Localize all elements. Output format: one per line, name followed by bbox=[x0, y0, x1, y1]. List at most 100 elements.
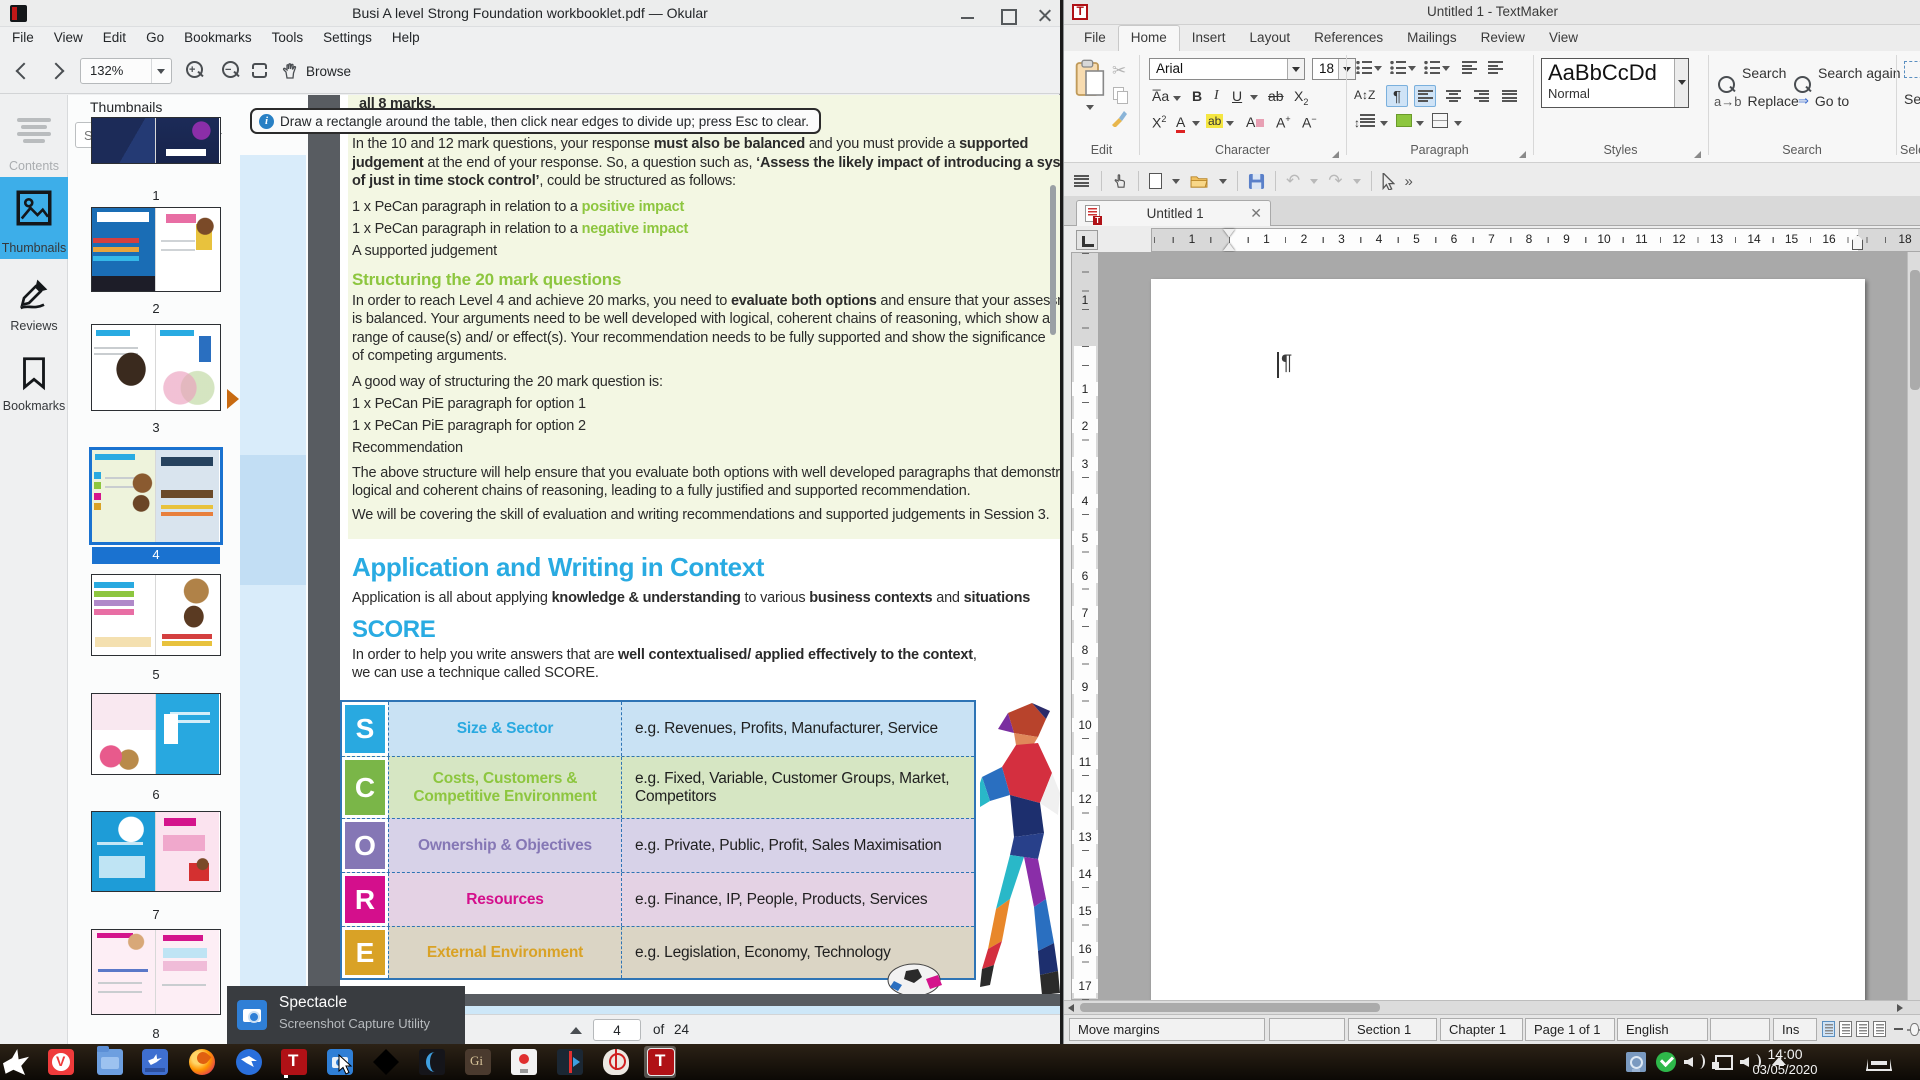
tray-icon-volume[interactable] bbox=[1684, 1052, 1704, 1072]
ribbon-tab-references[interactable]: References bbox=[1302, 26, 1395, 51]
zoom-slider-handle[interactable] bbox=[1910, 1023, 1919, 1036]
select-icon[interactable] bbox=[1904, 61, 1920, 78]
tray-icon-system-settings[interactable] bbox=[1626, 1052, 1646, 1072]
sidebar-item-contents[interactable]: Contents bbox=[0, 103, 68, 177]
touch-mode-icon[interactable] bbox=[1112, 172, 1128, 190]
ribbon-tab-file[interactable]: File bbox=[1072, 26, 1118, 51]
font-color-icon[interactable]: A bbox=[1176, 114, 1185, 133]
horizontal-ruler[interactable]: 11234567891011121314151618 bbox=[1151, 228, 1920, 252]
sidebar-item-thumbnails[interactable]: Thumbnails bbox=[0, 177, 68, 259]
taskbar-icon-kdenlive[interactable] bbox=[557, 1049, 583, 1075]
show-formatting-icon[interactable]: ¶ bbox=[1386, 85, 1408, 107]
ribbon-tab-insert[interactable]: Insert bbox=[1180, 26, 1238, 51]
paragraph-dialog-launcher-icon[interactable] bbox=[1519, 151, 1526, 158]
document-vertical-scrollbar[interactable] bbox=[1907, 252, 1920, 1000]
taskbar-icon-textmaker-pinned[interactable] bbox=[281, 1049, 307, 1075]
taskbar-icon-thunderbird[interactable] bbox=[236, 1049, 262, 1075]
indent-marker-icon[interactable] bbox=[1223, 229, 1235, 251]
toolbar-overflow-icon[interactable]: » bbox=[1405, 173, 1413, 190]
menu-tools[interactable]: Tools bbox=[262, 30, 314, 45]
ribbon-tab-mailings[interactable]: Mailings bbox=[1395, 26, 1469, 51]
view-outline-icon[interactable] bbox=[1873, 1021, 1886, 1037]
open-file-dropdown-icon[interactable] bbox=[1219, 179, 1227, 184]
bullet-list-dropdown-icon[interactable] bbox=[1374, 66, 1382, 71]
redo-icon[interactable]: ↷ bbox=[1328, 171, 1342, 191]
insert-mode-field[interactable]: Ins bbox=[1773, 1018, 1817, 1041]
line-spacing-dropdown-icon[interactable] bbox=[1380, 121, 1388, 126]
menu-view[interactable]: View bbox=[44, 30, 93, 45]
select-button-label[interactable]: Select bbox=[1904, 91, 1920, 107]
font-size-combobox[interactable]: 18 bbox=[1312, 58, 1356, 80]
numbered-list-dropdown-icon[interactable] bbox=[1408, 66, 1416, 71]
thumbnail-page-8[interactable] bbox=[92, 930, 220, 1014]
thumbnail-page-5[interactable] bbox=[92, 575, 220, 655]
goto-button[interactable]: ⇒Go to bbox=[1798, 93, 1849, 109]
highlight-dropdown-icon[interactable] bbox=[1226, 121, 1234, 126]
change-case-icon[interactable]: A̅a bbox=[1152, 88, 1181, 104]
multilevel-list-dropdown-icon[interactable] bbox=[1442, 66, 1450, 71]
show-desktop-icon[interactable] bbox=[1866, 1052, 1892, 1071]
taskbar-icon-vivaldi[interactable] bbox=[48, 1049, 74, 1075]
taskbar-icon-start-bird[interactable] bbox=[3, 1049, 29, 1075]
menu-help[interactable]: Help bbox=[382, 30, 430, 45]
undo-icon[interactable]: ↶ bbox=[1286, 171, 1300, 191]
thumbnail-page-6[interactable] bbox=[92, 694, 220, 774]
ribbon-tab-review[interactable]: Review bbox=[1469, 26, 1537, 51]
superscript-icon[interactable]: X2 bbox=[1152, 114, 1166, 131]
taskbar-icon-firefox[interactable] bbox=[189, 1049, 215, 1075]
thumbnail-page-7[interactable] bbox=[92, 812, 220, 891]
move-margins-field[interactable]: Move margins bbox=[1069, 1018, 1265, 1041]
thumbnail-page-4[interactable] bbox=[92, 450, 220, 542]
bold-icon[interactable]: B bbox=[1192, 88, 1202, 104]
taskbar-icon-inkscape[interactable] bbox=[373, 1049, 399, 1075]
bullet-list-icon[interactable] bbox=[1356, 61, 1372, 74]
align-center-icon[interactable] bbox=[1442, 85, 1464, 107]
back-icon[interactable] bbox=[14, 63, 30, 79]
font-color-dropdown-icon[interactable] bbox=[1192, 121, 1200, 126]
close-icon[interactable] bbox=[1036, 8, 1056, 22]
clear-formatting-icon[interactable]: A bbox=[1246, 114, 1264, 130]
numbered-list-icon[interactable] bbox=[1390, 61, 1406, 74]
paste-icon[interactable] bbox=[1074, 59, 1106, 99]
taskbar-icon-screen-tool[interactable] bbox=[603, 1049, 629, 1075]
highlight-icon[interactable]: ab bbox=[1206, 114, 1223, 128]
browse-tool-button[interactable]: Browse bbox=[282, 60, 362, 82]
sidebar-item-bookmarks[interactable]: Bookmarks bbox=[0, 343, 68, 417]
zoom-out-icon[interactable]: − bbox=[220, 60, 242, 82]
page-up-icon[interactable] bbox=[570, 1027, 582, 1034]
document-tab[interactable]: Untitled 1 ✕ bbox=[1076, 200, 1271, 226]
object-mode-icon[interactable] bbox=[1382, 173, 1395, 190]
shading-dropdown-icon[interactable] bbox=[1416, 121, 1424, 126]
forward-icon[interactable] bbox=[50, 63, 66, 79]
sidebar-item-reviews[interactable]: Reviews bbox=[0, 263, 68, 337]
tray-icon-updates-ok[interactable] bbox=[1656, 1052, 1676, 1072]
shrink-font-icon[interactable]: A− bbox=[1302, 114, 1317, 131]
format-painter-icon[interactable] bbox=[1110, 109, 1128, 127]
textmaker-titlebar[interactable]: Untitled 1 - TextMaker bbox=[1064, 0, 1920, 25]
tray-icon-display-network[interactable] bbox=[1712, 1052, 1732, 1072]
section-field[interactable]: Section 1 bbox=[1348, 1018, 1437, 1041]
view-page-icon[interactable] bbox=[1856, 1021, 1869, 1037]
ribbon-tab-view[interactable]: View bbox=[1537, 26, 1590, 51]
menu-bookmarks[interactable]: Bookmarks bbox=[174, 30, 262, 45]
save-icon[interactable] bbox=[1248, 173, 1265, 190]
fit-width-icon[interactable] bbox=[252, 63, 267, 78]
font-name-combobox[interactable]: Arial bbox=[1149, 58, 1305, 80]
ribbon-tab-layout[interactable]: Layout bbox=[1238, 26, 1303, 51]
new-document-dropdown-icon[interactable] bbox=[1172, 179, 1180, 184]
taskbar-icon-file-manager[interactable] bbox=[97, 1049, 123, 1075]
style-picker[interactable]: AaBbCcDd Normal bbox=[1541, 58, 1689, 108]
clock[interactable]: 14:00 03/05/2020 bbox=[1730, 1046, 1840, 1077]
vertical-ruler[interactable]: 11234567891011121314151617 bbox=[1071, 252, 1099, 1000]
search-button[interactable]: Search bbox=[1716, 63, 1786, 83]
character-dialog-launcher-icon[interactable] bbox=[1332, 151, 1339, 158]
replace-button[interactable]: a→bReplace bbox=[1714, 93, 1799, 109]
align-left-icon[interactable] bbox=[1414, 85, 1436, 107]
styles-dialog-launcher-icon[interactable] bbox=[1694, 151, 1701, 158]
menu-file[interactable]: File bbox=[2, 30, 44, 45]
align-right-icon[interactable] bbox=[1470, 85, 1492, 107]
align-justify-icon[interactable] bbox=[1498, 85, 1520, 107]
underline-dropdown-icon[interactable] bbox=[1250, 95, 1258, 100]
thumbnail-page-2[interactable] bbox=[92, 208, 220, 291]
grow-font-icon[interactable]: A+ bbox=[1276, 114, 1291, 131]
